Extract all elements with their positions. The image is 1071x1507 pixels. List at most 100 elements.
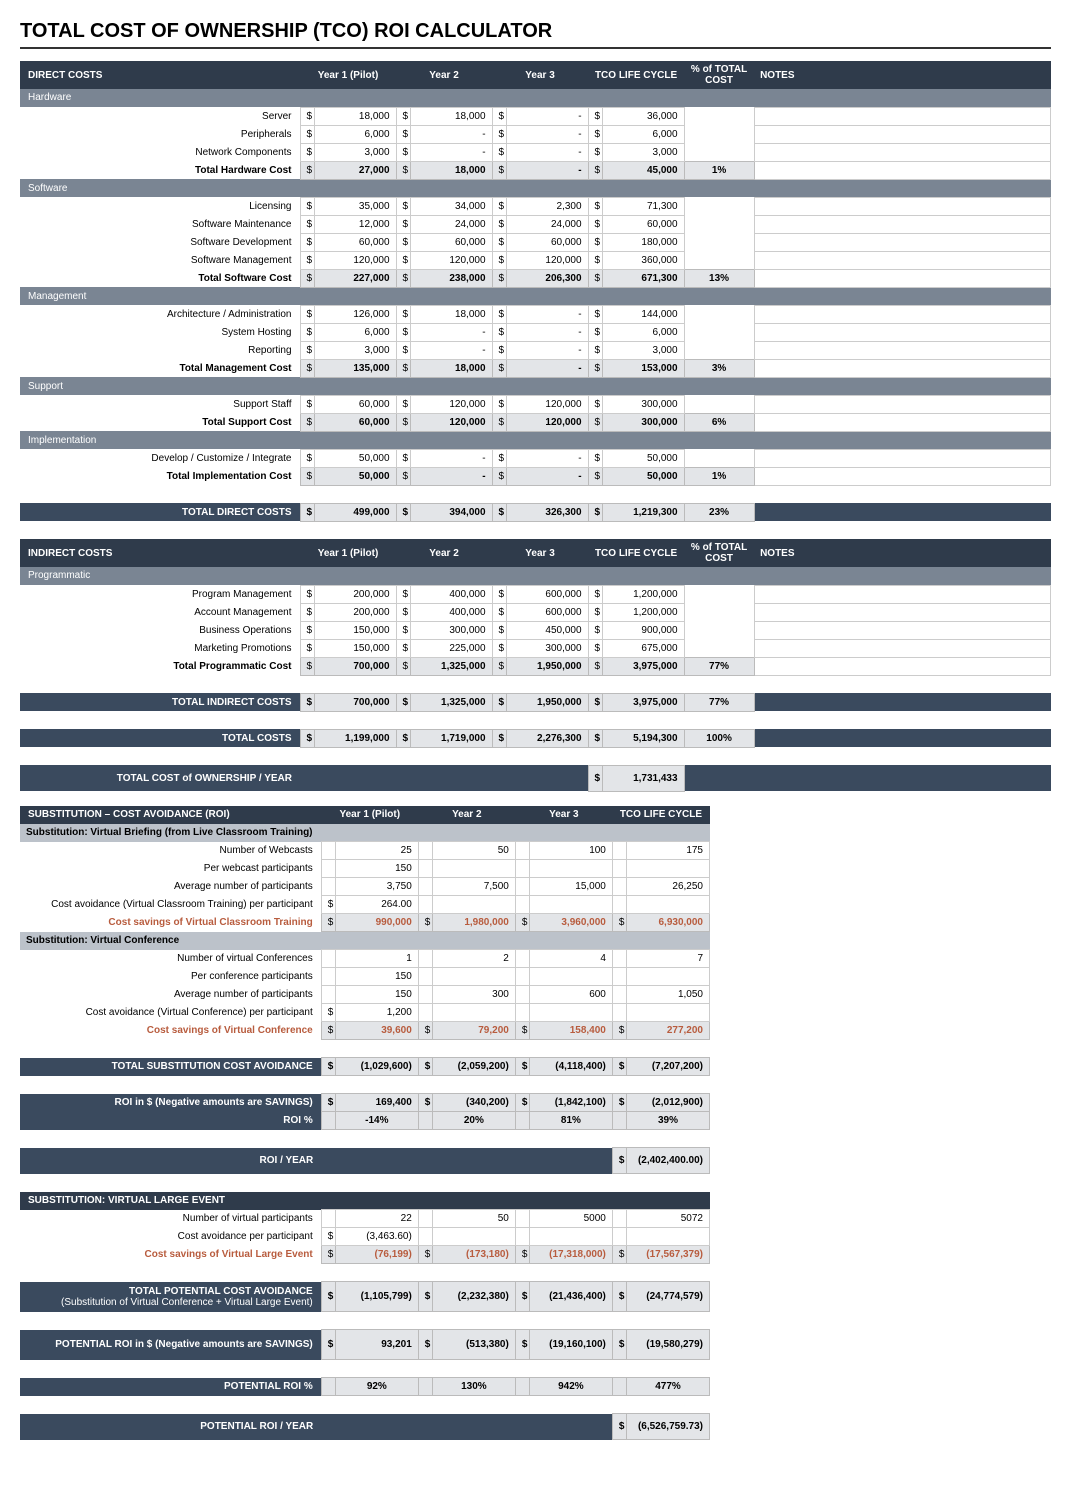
cell-y3[interactable]	[529, 860, 612, 878]
cell-notes[interactable]	[754, 269, 1050, 287]
cell-y1[interactable]: 50,000	[314, 449, 396, 467]
cell-notes[interactable]	[754, 233, 1050, 251]
cell-y2[interactable]: -	[410, 323, 492, 341]
cell-notes[interactable]	[754, 413, 1050, 431]
cell-y1[interactable]: (3,463.60)	[335, 1228, 418, 1246]
cell-y1[interactable]: 3,000	[314, 341, 396, 359]
cell-y1[interactable]: 25	[335, 842, 418, 860]
cell-y1[interactable]: 60,000	[314, 395, 396, 413]
cell-y3[interactable]: 120,000	[506, 395, 588, 413]
cell-notes[interactable]	[754, 197, 1050, 215]
cell-notes[interactable]	[754, 143, 1050, 161]
cell-y2[interactable]: 400,000	[410, 585, 492, 603]
cell-y3[interactable]	[529, 968, 612, 986]
cell-y3[interactable]: 450,000	[506, 621, 588, 639]
cell-y2[interactable]: 120,000	[410, 413, 492, 431]
cell-y1[interactable]: 50,000	[314, 467, 396, 485]
cell-y2[interactable]: 400,000	[410, 603, 492, 621]
cell-y3[interactable]: -	[506, 341, 588, 359]
cell-notes[interactable]	[754, 305, 1050, 323]
cell-y1[interactable]: 3,000	[314, 143, 396, 161]
cell-y1[interactable]: 200,000	[314, 603, 396, 621]
cell-y1[interactable]: 150	[335, 968, 418, 986]
cell-y3[interactable]	[529, 1228, 612, 1246]
cell-y3[interactable]: 60,000	[506, 233, 588, 251]
cell-y3[interactable]: -	[506, 161, 588, 179]
cell-notes[interactable]	[754, 395, 1050, 413]
cell-y2[interactable]: -	[410, 449, 492, 467]
cell-y3[interactable]: -	[506, 323, 588, 341]
cell-notes[interactable]	[754, 639, 1050, 657]
cell-y2[interactable]: 1,325,000	[410, 657, 492, 675]
cell-y2[interactable]: 2	[432, 950, 515, 968]
cell-y3[interactable]: 120,000	[506, 413, 588, 431]
cell-y3[interactable]: 120,000	[506, 251, 588, 269]
cell-y3[interactable]	[529, 896, 612, 914]
cell-notes[interactable]	[754, 359, 1050, 377]
cell-y2[interactable]: 300,000	[410, 621, 492, 639]
cell-y1[interactable]: 150,000	[314, 639, 396, 657]
cell-y3[interactable]: -	[506, 449, 588, 467]
cell-notes[interactable]	[754, 107, 1050, 125]
cell-y3[interactable]: 600	[529, 986, 612, 1004]
cell-y1[interactable]: 27,000	[314, 161, 396, 179]
cell-y2[interactable]: 60,000	[410, 233, 492, 251]
cell-y2[interactable]: 24,000	[410, 215, 492, 233]
cell-y1[interactable]: 200,000	[314, 585, 396, 603]
cell-y3[interactable]: 2,300	[506, 197, 588, 215]
cell-y2[interactable]: 18,000	[410, 107, 492, 125]
cell-y1[interactable]: 150,000	[314, 621, 396, 639]
cell-y2[interactable]: -	[410, 341, 492, 359]
cell-y1[interactable]: 12,000	[314, 215, 396, 233]
cell-y3[interactable]: 5000	[529, 1210, 612, 1228]
cell-y1[interactable]: 1,200	[335, 1004, 418, 1022]
cell-y1[interactable]: 700,000	[314, 657, 396, 675]
cell-y1[interactable]: 126,000	[314, 305, 396, 323]
cell-notes[interactable]	[754, 323, 1050, 341]
cell-y1[interactable]: 22	[335, 1210, 418, 1228]
cell-y1[interactable]: 150	[335, 986, 418, 1004]
cell-y3[interactable]	[529, 1004, 612, 1022]
cell-notes[interactable]	[754, 215, 1050, 233]
cell-y1[interactable]: 227,000	[314, 269, 396, 287]
cell-y2[interactable]: 18,000	[410, 359, 492, 377]
cell-notes[interactable]	[754, 603, 1050, 621]
cell-y3[interactable]: 600,000	[506, 585, 588, 603]
cell-y2[interactable]	[432, 1004, 515, 1022]
cell-y3[interactable]: 24,000	[506, 215, 588, 233]
cell-notes[interactable]	[754, 341, 1050, 359]
cell-notes[interactable]	[754, 585, 1050, 603]
cell-y1[interactable]: 150	[335, 860, 418, 878]
cell-y3[interactable]: -	[506, 467, 588, 485]
cell-y3[interactable]: 300,000	[506, 639, 588, 657]
cell-y3[interactable]: -	[506, 125, 588, 143]
cell-y3[interactable]: -	[506, 107, 588, 125]
cell-y1[interactable]: 6,000	[314, 323, 396, 341]
cell-y1[interactable]: 1	[335, 950, 418, 968]
cell-y1[interactable]: 18,000	[314, 107, 396, 125]
cell-notes[interactable]	[754, 251, 1050, 269]
cell-y3[interactable]: 4	[529, 950, 612, 968]
cell-notes[interactable]	[754, 161, 1050, 179]
cell-y2[interactable]: 7,500	[432, 878, 515, 896]
cell-y2[interactable]: 50	[432, 1210, 515, 1228]
cell-y3[interactable]: 1,950,000	[506, 657, 588, 675]
cell-y3[interactable]: -	[506, 359, 588, 377]
cell-y2[interactable]: 238,000	[410, 269, 492, 287]
cell-y2[interactable]: 120,000	[410, 251, 492, 269]
cell-y2[interactable]: -	[410, 467, 492, 485]
cell-y2[interactable]	[432, 860, 515, 878]
cell-notes[interactable]	[754, 467, 1050, 485]
cell-y2[interactable]: 34,000	[410, 197, 492, 215]
cell-y3[interactable]: 206,300	[506, 269, 588, 287]
cell-y3[interactable]: -	[506, 305, 588, 323]
cell-notes[interactable]	[754, 449, 1050, 467]
cell-y2[interactable]: 18,000	[410, 305, 492, 323]
cell-y1[interactable]: 3,750	[335, 878, 418, 896]
cell-y1[interactable]: 60,000	[314, 233, 396, 251]
cell-y1[interactable]: 120,000	[314, 251, 396, 269]
cell-y1[interactable]: 264.00	[335, 896, 418, 914]
cell-y2[interactable]: 225,000	[410, 639, 492, 657]
cell-y2[interactable]: -	[410, 125, 492, 143]
cell-y3[interactable]: -	[506, 143, 588, 161]
